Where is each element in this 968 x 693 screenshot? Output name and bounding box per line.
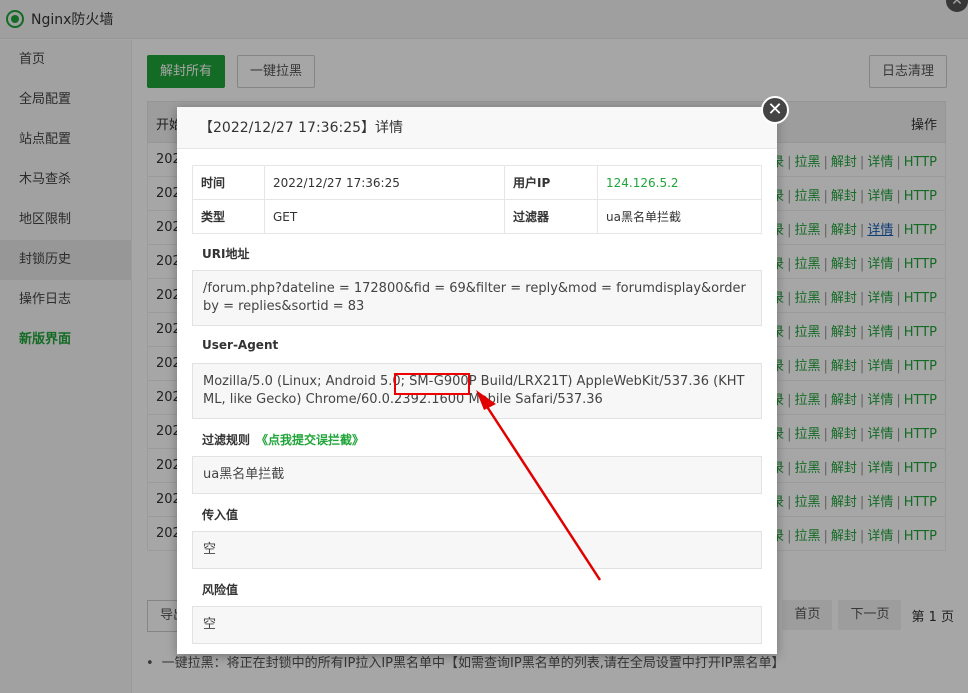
report-false-block-link[interactable]: 《点我提交误拦截》 <box>256 433 364 447</box>
user-agent-label: User-Agent <box>202 338 279 352</box>
filter-rule-section: 过滤规则 《点我提交误拦截》 <box>202 431 364 448</box>
user-ip-value: 124.126.5.2 <box>597 165 762 200</box>
annotation-highlight-box <box>394 373 470 395</box>
risk-value: 空 <box>192 606 762 644</box>
filter-rule-label: 过滤规则 <box>202 433 251 447</box>
detail-modal: 【2022/12/27 17:36:25】详情 时间 2022/12/27 17… <box>177 107 777 654</box>
detail-info-table: 时间 2022/12/27 17:36:25 用户IP 124.126.5.2 … <box>192 165 762 234</box>
user-agent-value: Mozilla/5.0 (Linux; Android 5.0; SM-G900… <box>192 363 762 419</box>
input-value-label: 传入值 <box>202 508 239 522</box>
filter-label: 过滤器 <box>504 199 598 234</box>
filter-rule-value: ua黑名单拦截 <box>192 456 762 494</box>
modal-close-icon[interactable]: ✕ <box>761 96 789 124</box>
filter-value: ua黑名单拦截 <box>597 199 762 234</box>
type-value: GET <box>264 199 505 234</box>
user-ip-label: 用户IP <box>504 165 598 200</box>
uri-value: /forum.php?dateline = 172800&fid = 69&fi… <box>192 270 762 326</box>
uri-label: URI地址 <box>202 247 250 261</box>
input-value: 空 <box>192 531 762 569</box>
risk-value-label: 风险值 <box>202 583 239 597</box>
time-value: 2022/12/27 17:36:25 <box>264 165 505 200</box>
time-label: 时间 <box>192 165 265 200</box>
modal-title: 【2022/12/27 17:36:25】详情 <box>177 107 777 149</box>
type-label: 类型 <box>192 199 265 234</box>
